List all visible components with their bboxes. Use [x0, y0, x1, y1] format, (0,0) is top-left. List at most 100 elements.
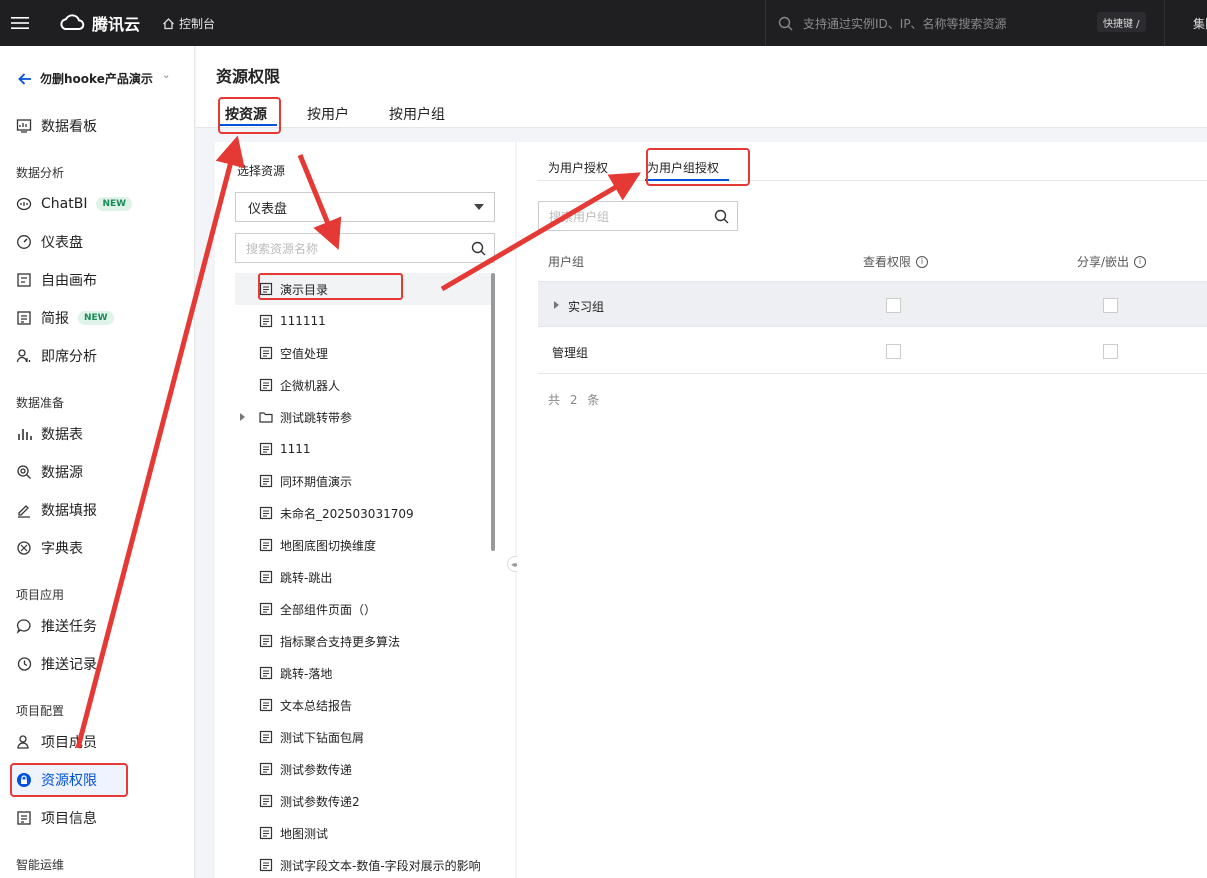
expand-icon[interactable] [240, 413, 245, 421]
brand-logo[interactable]: 腾讯云 [58, 11, 140, 35]
shortcut-button[interactable]: 快捷键 / [1097, 12, 1146, 32]
gauge-icon [16, 234, 32, 250]
sidebar-item-canvas[interactable]: 自由画布 [16, 268, 97, 292]
back-arrow-icon[interactable] [18, 72, 32, 86]
table-row[interactable]: 实习组 [538, 281, 1207, 327]
column-label: 用户组 [548, 255, 585, 269]
tree-item[interactable]: 未命名_202503031709 [235, 497, 493, 529]
tab-by-usergroup[interactable]: 按用户组 [389, 104, 445, 124]
tree-item[interactable]: 全部组件页面（） [235, 593, 493, 625]
document-icon [259, 666, 273, 680]
sidebar-item-push-task[interactable]: 推送任务 [16, 614, 97, 638]
sidebar-item-dashboard-board[interactable]: 数据看板 [16, 114, 97, 138]
table-row[interactable]: 管理组 [538, 328, 1207, 374]
info-doc-icon [16, 810, 32, 826]
tree-item-label: 测试参数传递2 [280, 794, 360, 809]
project-switcher[interactable]: 勿删hooke产品演示 ⌄ [18, 70, 170, 87]
tree-item-label: 跳转-跳出 [280, 570, 333, 585]
permission-panel: 为用户授权 为用户组授权 搜索用户组 用户组 查看权限 i 分享/嵌出 i 实习组 … [517, 142, 1207, 878]
expand-icon[interactable] [554, 301, 559, 309]
tree-item[interactable]: 测试字段文本-数值-字段对展示的影响 [235, 849, 493, 878]
tree-item-label: 111111 [280, 314, 326, 328]
page-title: 资源权限 [216, 67, 281, 86]
resource-type-select[interactable]: 仪表盘 [235, 192, 495, 222]
tab-by-user[interactable]: 按用户 [307, 104, 349, 124]
sidebar-item-data-entry[interactable]: 数据填报 [16, 498, 97, 522]
usergroup-search-input[interactable]: 搜索用户组 [538, 201, 738, 231]
tree-item[interactable]: 指标聚合支持更多算法 [235, 625, 493, 657]
sidebar-item-label: 数据填报 [41, 503, 97, 519]
sidebar-item-members[interactable]: 项目成员 [16, 730, 97, 754]
sidebar-item-datasource[interactable]: 数据源 [16, 460, 83, 484]
sidebar-item-push-record[interactable]: 推送记录 [16, 652, 97, 676]
resource-panel-title: 选择资源 [237, 164, 286, 178]
share-permission-checkbox[interactable] [1103, 344, 1118, 359]
usergroup-name: 管理组 [552, 346, 589, 360]
tree-item[interactable]: 地图测试 [235, 817, 493, 849]
tree-item-label: 文本总结报告 [280, 698, 353, 713]
tree-folder[interactable]: 测试跳转带参 [235, 401, 493, 433]
section-project-config: 项目配置 [16, 704, 65, 718]
tree-item[interactable]: 测试参数传递2 [235, 785, 493, 817]
annotation-box-subtab [646, 148, 750, 186]
sidebar-item-report[interactable]: 简报 NEW [16, 306, 114, 330]
tree-item-label: 地图底图切换维度 [280, 538, 377, 553]
annotation-box-tree-node [258, 273, 403, 300]
column-label: 查看权限 [863, 255, 912, 269]
subtab-grant-user[interactable]: 为用户授权 [548, 159, 608, 176]
tree-item[interactable]: 测试下钻面包屑 [235, 721, 493, 753]
tree-item-label: 测试字段文本-数值-字段对展示的影响 [280, 858, 481, 873]
pen-icon [16, 502, 32, 518]
tree-item[interactable]: 地图底图切换维度 [235, 529, 493, 561]
tree-item[interactable]: 同环期值演示 [235, 465, 493, 497]
new-badge: NEW [96, 197, 133, 211]
document-icon [259, 698, 273, 712]
new-badge: NEW [78, 311, 114, 325]
sidebar-item-chatbi[interactable]: ChatBI NEW [16, 192, 133, 216]
column-label: 分享/嵌出 [1077, 255, 1130, 269]
document-icon [259, 378, 273, 392]
adhoc-icon [16, 348, 32, 364]
tree-item-label: 全部组件页面（） [280, 602, 377, 617]
view-permission-checkbox[interactable] [886, 344, 901, 359]
search-icon [778, 16, 793, 30]
annotation-box-tab [218, 97, 281, 134]
console-link[interactable]: 控制台 [162, 15, 215, 32]
project-name: 勿删hooke产品演示 [40, 72, 153, 86]
member-icon [16, 734, 32, 750]
sidebar-item-label: 数据看板 [41, 119, 97, 135]
sidebar-item-datatable[interactable]: 数据表 [16, 422, 83, 446]
view-permission-checkbox[interactable] [886, 298, 901, 313]
sidebar-item-project-info[interactable]: 项目信息 [16, 806, 97, 830]
sidebar-item-adhoc[interactable]: 即席分析 [16, 344, 97, 368]
share-permission-checkbox[interactable] [1103, 298, 1118, 313]
home-icon [163, 17, 174, 29]
resource-search-input[interactable]: 搜索资源名称 [235, 233, 495, 263]
info-icon[interactable]: i [1134, 255, 1147, 268]
total-count: 共 2 条 [548, 393, 603, 407]
document-icon [259, 474, 273, 488]
group-link[interactable]: 集团 [1164, 0, 1207, 46]
tree-item-label: 测试下钻面包屑 [280, 730, 365, 745]
tree-item[interactable]: 111111 [235, 305, 493, 337]
scrollbar[interactable] [491, 273, 495, 551]
subtab-divider [537, 180, 1207, 181]
tree-item-label: 企微机器人 [280, 378, 341, 393]
sidebar-item-dictionary[interactable]: 字典表 [16, 536, 83, 560]
column-header-usergroup: 用户组 [548, 253, 584, 270]
info-icon[interactable]: i [916, 255, 929, 268]
tree-item[interactable]: 跳转-落地 [235, 657, 493, 689]
tree-item[interactable]: 空值处理 [235, 337, 493, 369]
sidebar-item-gauge[interactable]: 仪表盘 [16, 230, 83, 254]
menu-icon[interactable] [0, 0, 40, 46]
tree-item[interactable]: 跳转-跳出 [235, 561, 493, 593]
tree-item[interactable]: 企微机器人 [235, 369, 493, 401]
tree-item[interactable]: 1111 [235, 433, 493, 465]
sidebar-item-resource-permission[interactable]: 资源权限 [16, 768, 97, 792]
folder-icon [259, 412, 273, 423]
caret-down-icon [474, 204, 484, 210]
tree-item[interactable]: 测试参数传递 [235, 753, 493, 785]
sidebar: 勿删hooke产品演示 ⌄ 数据看板 数据分析 ChatBI NEW 仪表盘 自… [0, 46, 195, 878]
tree-item[interactable]: 文本总结报告 [235, 689, 493, 721]
document-icon [259, 634, 273, 648]
